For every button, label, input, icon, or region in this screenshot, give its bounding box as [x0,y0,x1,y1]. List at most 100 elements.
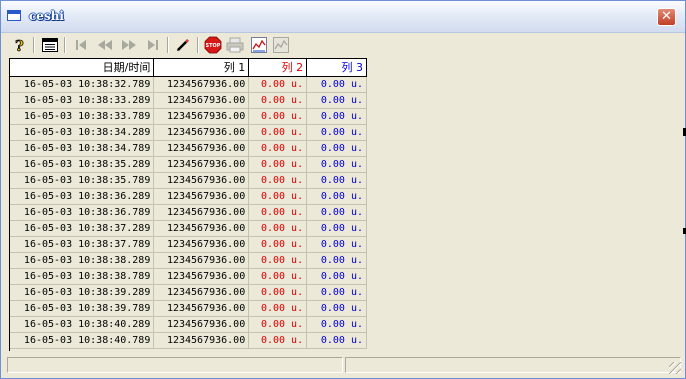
value-cell: 0.00 u. [248,332,308,349]
value-cell: 0.00 u. [306,124,367,141]
value-cell: 0.00 u. [248,76,308,93]
toolbar: ? STOP [3,34,683,56]
toolbar-separator [167,37,169,53]
value-cell: 0.00 u. [306,332,367,349]
column-header[interactable]: 列 3 [306,59,367,77]
value-cell: 0.00 u. [248,236,308,253]
rewind-button[interactable] [95,35,115,55]
header-row: 日期/时间列 1列 2列 3 [10,59,367,77]
value-cell: 0.00 u. [306,172,367,189]
pencil-icon [177,39,189,51]
timestamp-cell: 16-05-03 10:38:40.789 [10,332,155,349]
timestamp-cell: 16-05-03 10:38:34.289 [10,124,155,141]
status-pane-right [345,357,681,373]
toolbar-separator [33,37,35,53]
timestamp-cell: 16-05-03 10:38:33.789 [10,108,155,125]
table-row[interactable]: 16-05-03 10:38:33.289 1234567936.00 0.00 u… [10,92,367,109]
close-button[interactable]: ✕ [657,8,676,26]
table-row[interactable]: 16-05-03 10:38:33.789 1234567936.00 0.00 u… [10,108,367,125]
print-button[interactable] [225,35,245,55]
table-row[interactable]: 16-05-03 10:38:35.789 1234567936.00 0.00 u… [10,172,367,189]
title-bar[interactable]: ceshi ✕ [1,1,685,33]
value-cell: 0.00 u. [248,140,308,157]
last-record-button[interactable] [143,35,163,55]
timestamp-cell: 16-05-03 10:38:38.289 [10,252,155,269]
table-row[interactable]: 16-05-03 10:38:36.289 1234567936.00 0.00 u… [10,188,367,205]
value-cell: 0.00 u. [306,220,367,237]
timestamp-cell: 16-05-03 10:38:39.789 [10,300,155,317]
value-cell: 0.00 u. [248,284,308,301]
edit-button[interactable] [173,35,193,55]
status-pane-left [7,357,343,373]
first-record-icon [76,40,86,50]
table-row[interactable]: 16-05-03 10:38:32.789 1234567936.00 0.00 u… [10,76,367,93]
value-cell: 1234567936.00 [153,332,250,349]
first-record-button[interactable] [71,35,91,55]
timestamp-cell: 16-05-03 10:38:33.289 [10,92,155,109]
window-icon [7,10,21,21]
value-cell: 1234567936.00 [153,76,250,93]
value-cell: 0.00 u. [248,172,308,189]
table-view-button[interactable] [40,35,60,55]
table-row[interactable]: 16-05-03 10:38:35.289 1234567936.00 0.00 u… [10,156,367,173]
value-cell: 0.00 u. [306,300,367,317]
timestamp-cell: 16-05-03 10:38:36.789 [10,204,155,221]
chart-icon [251,37,267,53]
timestamp-cell: 16-05-03 10:38:35.789 [10,172,155,189]
data-table: 日期/时间列 1列 2列 3 16-05-03 10:38:32.789 1234… [10,59,367,349]
value-cell: 0.00 u. [306,188,367,205]
value-cell: 0.00 u. [248,252,308,269]
chart-button[interactable] [249,35,269,55]
table-row[interactable]: 16-05-03 10:38:40.789 1234567936.00 0.00 u… [10,332,367,349]
svg-text:?: ? [15,37,24,53]
column-header[interactable]: 日期/时间 [10,59,155,77]
value-cell: 0.00 u. [248,316,308,333]
table-row[interactable]: 16-05-03 10:38:36.789 1234567936.00 0.00 u… [10,204,367,221]
table-row[interactable]: 16-05-03 10:38:38.289 1234567936.00 0.00 u… [10,252,367,269]
value-cell: 0.00 u. [306,204,367,221]
column-header[interactable]: 列 1 [153,59,250,77]
window-title: ceshi [29,9,64,23]
value-cell: 1234567936.00 [153,252,250,269]
status-bar [7,357,681,374]
value-cell: 1234567936.00 [153,236,250,253]
toolbar-separator [64,37,66,53]
value-cell: 1234567936.00 [153,124,250,141]
table-row[interactable]: 16-05-03 10:38:39.789 1234567936.00 0.00 u… [10,300,367,317]
value-cell: 0.00 u. [248,156,308,173]
value-cell: 1234567936.00 [153,284,250,301]
column-header[interactable]: 列 2 [248,59,308,77]
table-row[interactable]: 16-05-03 10:38:34.289 1234567936.00 0.00 u… [10,124,367,141]
value-cell: 1234567936.00 [153,204,250,221]
table-row[interactable]: 16-05-03 10:38:34.789 1234567936.00 0.00 u… [10,140,367,157]
value-cell: 0.00 u. [306,316,367,333]
toolbar-separator [197,37,199,53]
main-window: ceshi ✕ ? STOP 日期/时间 列 1 列 2 列 3 16-05-0… [0,0,686,379]
value-cell: 0.00 u. [306,140,367,157]
timestamp-cell: 16-05-03 10:38:37.289 [10,220,155,237]
help-button[interactable]: ? [9,35,29,55]
table-row[interactable]: 16-05-03 10:38:37.289 1234567936.00 0.00 u… [10,220,367,237]
table-row[interactable]: 16-05-03 10:38:39.289 1234567936.00 0.00 u… [10,284,367,301]
fast-forward-button[interactable] [119,35,139,55]
value-cell: 1234567936.00 [153,316,250,333]
timestamp-cell: 16-05-03 10:38:37.789 [10,236,155,253]
fast-forward-icon [122,40,136,50]
value-cell: 0.00 u. [248,108,308,125]
timestamp-cell: 16-05-03 10:38:39.289 [10,284,155,301]
table-row[interactable]: 16-05-03 10:38:37.789 1234567936.00 0.00 u… [10,236,367,253]
value-cell: 0.00 u. [248,188,308,205]
last-record-icon [148,40,158,50]
value-cell: 0.00 u. [248,124,308,141]
resize-grip[interactable] [669,362,681,374]
rewind-icon [98,40,112,50]
value-cell: 0.00 u. [248,220,308,237]
stop-icon-label: STOP [206,43,221,49]
chart-disabled-icon [273,37,289,53]
table-row[interactable]: 16-05-03 10:38:38.789 1234567936.00 0.00 u… [10,268,367,285]
data-grid[interactable]: 日期/时间列 1列 2列 3 16-05-03 10:38:32.789 1234… [9,58,367,351]
chart-options-button[interactable] [271,35,291,55]
stop-button[interactable]: STOP [203,35,223,55]
print-icon [226,37,244,53]
table-row[interactable]: 16-05-03 10:38:40.289 1234567936.00 0.00 u… [10,316,367,333]
